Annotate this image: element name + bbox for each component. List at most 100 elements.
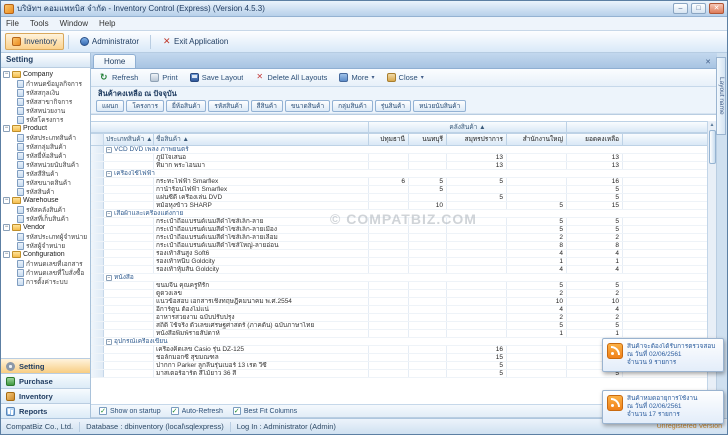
column-header-6[interactable]: สำนักงานใหญ่ [507,133,567,146]
close-button[interactable]: ✕ [709,3,724,14]
table-row[interactable]: กระทะไฟฟ้า Smarflex65516 [91,178,716,186]
table-row[interactable]: รองเท้าหนีบ Goldcity11 [91,258,716,266]
band-header-warehouse[interactable]: คลังสินค้า ▲ [369,121,567,133]
close-tab-icon[interactable]: ✕ [705,58,715,68]
column-header-7[interactable]: ยอดคงเหลือ [567,133,623,146]
toolbar-close[interactable]: Close▾ [382,70,429,85]
maximize-button[interactable]: □ [691,3,706,14]
table-row[interactable]: กาน้ำร้อนไฟฟ้า Smarflex55 [91,186,716,194]
tree-item[interactable]: รหัสกลุ่มสินค้า [3,142,90,151]
table-row[interactable]: หม้อหุงข้าว SHARP10515 [91,202,716,210]
tree-item[interactable]: รหัสสีสินค้า [3,169,90,178]
nav-reports[interactable]: Reports [1,403,90,418]
tree-item[interactable]: รหัสที่เก็บสินค้า [3,214,90,223]
collapse-icon[interactable]: − [3,251,10,258]
toolbar-delete-all-layouts[interactable]: Delete All Layouts [250,70,332,85]
table-row[interactable]: กระเป๋าถือแบรนด์เนมสีดำไซส์เล็ก-ลาย55 [91,218,716,226]
notification-toast[interactable]: สินค้าจะต้องได้รับการตรวจสอบ ณ วันที่ 02… [602,338,724,372]
tree-item[interactable]: รหัสสินค้า [3,187,90,196]
tree-item[interactable]: รหัสสาขากิจการ [3,97,90,106]
table-row[interactable]: สถิติ ใช้จริง ตัวเลขเศรษฐศาสตร์ (ภาคต้น)… [91,322,716,330]
scroll-up-icon[interactable]: ▲ [710,121,715,129]
filter-chip[interactable]: ยี่ห้อสินค้า [166,100,206,112]
tree-group-warehouse[interactable]: −Warehouse [3,196,90,205]
table-row[interactable]: ดูดวงเลข22 [91,290,716,298]
table-row[interactable]: แผ่นซีดี เครื่องเล่น DVD55 [91,194,716,202]
table-row[interactable]: รองเท้าหุ้มส้น Goldcity44 [91,266,716,274]
toolbar-print[interactable]: Print [145,70,182,85]
tree-item[interactable]: รหัสผู้จำหน่าย [3,241,90,250]
filter-chip[interactable]: รหัสสินค้า [208,100,248,112]
tree-item[interactable]: การตั้งค่าระบบ [3,277,90,286]
tree-group-company[interactable]: −Company [3,70,90,79]
ribbon-inventory[interactable]: Inventory [5,33,64,50]
filter-chip[interactable]: กลุ่มสินค้า [332,100,373,112]
tree-item[interactable]: รหัสหน่วยงาน [3,106,90,115]
nav-setting[interactable]: Setting [1,358,90,373]
nav-inventory[interactable]: Inventory [1,388,90,403]
filter-chip[interactable]: รุ่นสินค้า [375,100,411,112]
checkbox-auto-refresh[interactable]: ✓Auto-Refresh [171,407,223,415]
table-row[interactable]: หนังสือพิมพ์รายสัปดาห์11 [91,330,716,338]
collapse-icon[interactable]: − [106,275,112,281]
collapse-icon[interactable]: − [106,211,112,217]
tree-item[interactable]: รหัสประเภทผู้จำหน่าย [3,232,90,241]
tree-item[interactable]: รหัสคลังสินค้า [3,205,90,214]
tree-group-product[interactable]: −Product [3,124,90,133]
column-header-4[interactable]: นนทบุรี [409,133,447,146]
minimize-button[interactable]: – [673,3,688,14]
table-row[interactable]: ขนมจีน คุณครูที่รัก55 [91,282,716,290]
tree-item[interactable]: กำหนดเลขที่ใบสั่งซื้อ [3,268,90,277]
table-row[interactable]: กระเป๋าถือแบรนด์เนมสีดำไซส์เล็ก-ลายเลื่อ… [91,234,716,242]
table-row[interactable]: อีการ์ตูน ต้องไม่แน่44 [91,306,716,314]
collapse-icon[interactable]: − [3,197,10,204]
checkbox-show-on-startup[interactable]: ✓Show on startup [99,407,161,415]
column-header-5[interactable]: สมุทรปราการ [447,133,507,146]
group-row[interactable]: −VCD DVD เพลง ภาพยนตร์ [91,146,716,154]
group-row[interactable]: −เสื้อผ้าและเครื่องแต่งกาย [91,210,716,218]
table-row[interactable]: ที่มาก พระโอนมา1313 [91,162,716,170]
tab-home[interactable]: Home [93,54,136,68]
nav-purchase[interactable]: Purchase [1,373,90,388]
filter-chip[interactable]: แผนก [96,100,124,112]
checkbox-best-fit-columns[interactable]: ✓Best Fit Columns [233,407,297,415]
filter-chip[interactable]: สีสินค้า [251,100,283,112]
group-row[interactable]: −หนังสือ [91,274,716,282]
menu-window[interactable]: Window [60,19,88,28]
group-row[interactable]: −เครื่องใช้ไฟฟ้า [91,170,716,178]
menu-help[interactable]: Help [99,19,115,28]
column-header-1[interactable]: ประเภทสินค้า ▲ [104,133,154,146]
tree-group-configuration[interactable]: −Configuration [3,250,90,259]
table-row[interactable]: กระเป๋าถือแบรนด์เนมสีดำไซส์เล็ก-ลายเมือง… [91,226,716,234]
tree-item[interactable]: รหัสประเภทสินค้า [3,133,90,142]
menu-tools[interactable]: Tools [30,19,49,28]
collapse-icon[interactable]: − [3,125,10,132]
filter-chip[interactable]: โครงการ [126,100,164,112]
toolbar-refresh[interactable]: Refresh [95,70,143,85]
tree-item[interactable]: รหัสยี่ห้อสินค้า [3,151,90,160]
collapse-icon[interactable]: − [106,171,112,177]
table-row[interactable]: ภูมิใจเสนอ1313 [91,154,716,162]
toolbar-more[interactable]: More▾ [334,70,379,85]
filter-chip[interactable]: หน่วยนับสินค้า [413,100,466,112]
column-header-3[interactable]: ปทุมธานี [369,133,409,146]
tree-item[interactable]: รหัสหน่วยนับสินค้า [3,160,90,169]
column-header-2[interactable]: ชื่อสินค้า ▲ [154,133,369,146]
tree-item[interactable]: กำหนดข้อมูลกิจการ [3,79,90,88]
tree-item[interactable]: รหัสขนาดสินค้า [3,178,90,187]
toolbar-save-layout[interactable]: Save Layout [185,70,249,85]
ribbon-exit-application[interactable]: Exit Application [155,33,235,50]
table-row[interactable]: อาหารสวยงาม ฉบับปรับปรุง22 [91,314,716,322]
tree-group-vendor[interactable]: −Vendor [3,223,90,232]
ribbon-administrator[interactable]: Administrator [73,33,146,50]
tree-item[interactable]: รหัสสกุลเงิน [3,88,90,97]
layout-name-tab[interactable]: Layout name [716,57,726,135]
table-row[interactable]: รองเท้าส้นสูง Soft644 [91,250,716,258]
tree-item[interactable]: กำหนดเลขที่เอกสาร [3,259,90,268]
scroll-thumb[interactable] [709,130,716,164]
collapse-icon[interactable]: − [106,339,112,345]
collapse-icon[interactable]: − [3,71,10,78]
notification-toast[interactable]: สินค้าหมดอายุการใช้งาน ณ วันที่ 02/06/25… [602,390,724,424]
table-row[interactable]: แนวข้อสอบ เอกสารเชิงทฤษฎีคมนาคม พ.ศ.2554… [91,298,716,306]
collapse-icon[interactable]: − [106,147,112,153]
